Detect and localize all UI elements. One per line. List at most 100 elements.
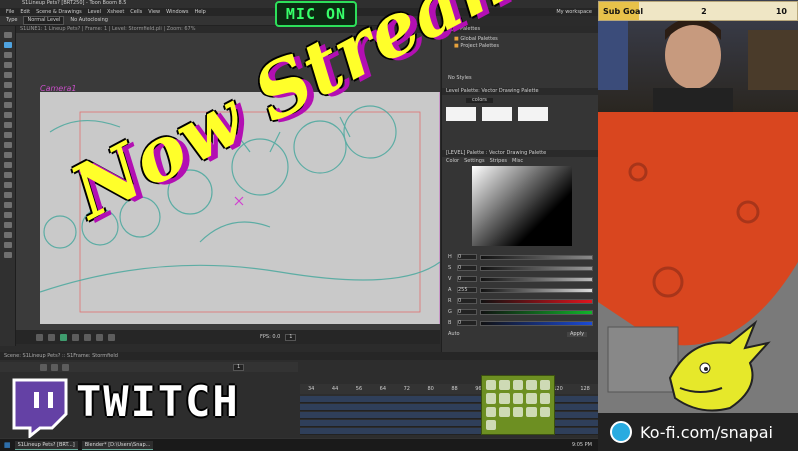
add-layer-icon[interactable]: [40, 363, 47, 371]
tray-app-icon[interactable]: [499, 406, 510, 417]
magnet-tool-icon[interactable]: [4, 152, 12, 158]
slider-track[interactable]: [480, 298, 593, 304]
start-icon[interactable]: ▦: [4, 441, 11, 449]
tape-tool-icon[interactable]: [4, 92, 12, 98]
menu-cells[interactable]: Cells: [130, 9, 142, 15]
color-wheel-area[interactable]: [472, 166, 572, 246]
slider-b[interactable]: B0: [448, 320, 593, 326]
brush-tool-icon[interactable]: [4, 42, 12, 48]
autoclose-option[interactable]: No Autoclosing: [70, 18, 108, 23]
style-chip-1[interactable]: [446, 107, 476, 121]
skeleton-tool-icon[interactable]: [4, 192, 12, 198]
tab-color[interactable]: Color: [446, 159, 459, 164]
auto-toggle[interactable]: Auto: [448, 332, 460, 337]
slider-track[interactable]: [480, 276, 593, 282]
slider-r[interactable]: R0: [448, 298, 593, 304]
tray-app-icon[interactable]: [539, 406, 550, 417]
tray-app-icon[interactable]: [526, 406, 537, 417]
slider-value-field[interactable]: 0: [457, 320, 477, 326]
style-chip-3[interactable]: [518, 107, 548, 121]
slider-value-field[interactable]: 0: [457, 276, 477, 282]
tray-app-icon[interactable]: [512, 393, 524, 404]
menu-edit[interactable]: Edit: [20, 9, 30, 15]
slider-value-field[interactable]: 255: [457, 287, 477, 293]
menu-file[interactable]: File: [6, 9, 14, 15]
pump-tool-icon[interactable]: [4, 142, 12, 148]
prev-frame-icon[interactable]: [48, 333, 55, 341]
menu-xsheet[interactable]: Xsheet: [107, 9, 124, 15]
plastic-tool-icon[interactable]: [4, 222, 12, 228]
slider-s[interactable]: S0: [448, 265, 593, 271]
tray-app-icon[interactable]: [486, 393, 497, 404]
tab-stripes[interactable]: Stripes: [490, 159, 507, 164]
slider-h[interactable]: H0: [448, 254, 593, 260]
menu-view[interactable]: View: [148, 9, 160, 15]
slider-track[interactable]: [480, 254, 593, 260]
hook-tool-icon[interactable]: [4, 212, 12, 218]
tray-app-icon[interactable]: [486, 380, 497, 391]
style-picker-tool-icon[interactable]: [4, 102, 12, 108]
slider-value-field[interactable]: 0: [457, 309, 477, 315]
workspace-selector[interactable]: My workspace: [556, 9, 592, 15]
camstand-icon[interactable]: [62, 363, 69, 371]
fill-tool-icon[interactable]: [4, 62, 12, 68]
xsheet-frame-field[interactable]: 1: [233, 363, 245, 371]
tray-app-icon[interactable]: [499, 393, 510, 404]
menu-windows[interactable]: Windows: [166, 9, 188, 15]
next-frame-icon[interactable]: [72, 333, 79, 341]
slider-a[interactable]: A 255: [448, 287, 593, 293]
iron-tool-icon[interactable]: [4, 172, 12, 178]
slider-g[interactable]: G0: [448, 309, 593, 315]
tray-app-icon[interactable]: [512, 406, 524, 417]
geometric-tool-icon[interactable]: [4, 52, 12, 58]
kofi-link[interactable]: Ko-fi.com/snapai: [640, 423, 773, 442]
slider-value-field[interactable]: 0: [457, 254, 477, 260]
tray-app-icon[interactable]: [526, 393, 537, 404]
project-palettes-item[interactable]: ■ Project Palettes: [454, 44, 499, 49]
bender-tool-icon[interactable]: [4, 162, 12, 168]
rgb-picker-tool-icon[interactable]: [4, 112, 12, 118]
tray-app-icon[interactable]: [539, 393, 550, 404]
first-frame-icon[interactable]: [36, 333, 43, 341]
tray-app-icon[interactable]: [499, 380, 510, 391]
menu-level[interactable]: Level: [88, 9, 101, 15]
cutter-tool-icon[interactable]: [4, 182, 12, 188]
eraser-tool-icon[interactable]: [4, 82, 12, 88]
slider-value-field[interactable]: 0: [457, 265, 477, 271]
tray-app-icon[interactable]: [539, 380, 550, 391]
control-point-tool-icon[interactable]: [4, 122, 12, 128]
onion-skin-icon[interactable]: [108, 333, 115, 341]
style-chip-2[interactable]: [482, 107, 512, 121]
frame-field[interactable]: 1: [285, 333, 297, 341]
slider-value-field[interactable]: 0: [457, 298, 477, 304]
slider-track[interactable]: [480, 309, 593, 315]
preview-icon[interactable]: [51, 363, 58, 371]
type-dropdown[interactable]: Normal Level: [23, 16, 65, 25]
tab-settings[interactable]: Settings: [464, 159, 485, 164]
apply-button[interactable]: Apply: [567, 332, 588, 337]
kofi-banner[interactable]: Ko-fi.com/snapai: [598, 413, 798, 451]
taskbar-item-blender[interactable]: Blender* [D:\Users\Snap...: [81, 440, 154, 450]
tray-app-icon[interactable]: [512, 380, 524, 391]
menu-help[interactable]: Help: [194, 9, 205, 15]
slider-track[interactable]: [480, 287, 593, 293]
style-name-field[interactable]: colors: [466, 98, 493, 103]
pinch-tool-icon[interactable]: [4, 132, 12, 138]
slider-v[interactable]: V0: [448, 276, 593, 282]
slider-track[interactable]: [480, 265, 593, 271]
tray-app-icon[interactable]: [526, 380, 537, 391]
slider-track[interactable]: [480, 320, 593, 326]
tab-misc[interactable]: Misc: [512, 159, 523, 164]
rotate-tool-icon[interactable]: [4, 242, 12, 248]
menu-scene-drawings[interactable]: Scene & Drawings: [36, 9, 82, 15]
paint-brush-tool-icon[interactable]: [4, 72, 12, 78]
tracker-tool-icon[interactable]: [4, 202, 12, 208]
play-icon[interactable]: [60, 333, 67, 341]
tray-app-icon[interactable]: [486, 419, 497, 430]
hand-tool-icon[interactable]: [4, 252, 12, 258]
selection-tool-icon[interactable]: [4, 32, 12, 38]
last-frame-icon[interactable]: [84, 333, 91, 341]
tray-app-icon[interactable]: [486, 406, 497, 417]
loop-icon[interactable]: [96, 333, 103, 341]
zoom-tool-icon[interactable]: [4, 232, 12, 238]
